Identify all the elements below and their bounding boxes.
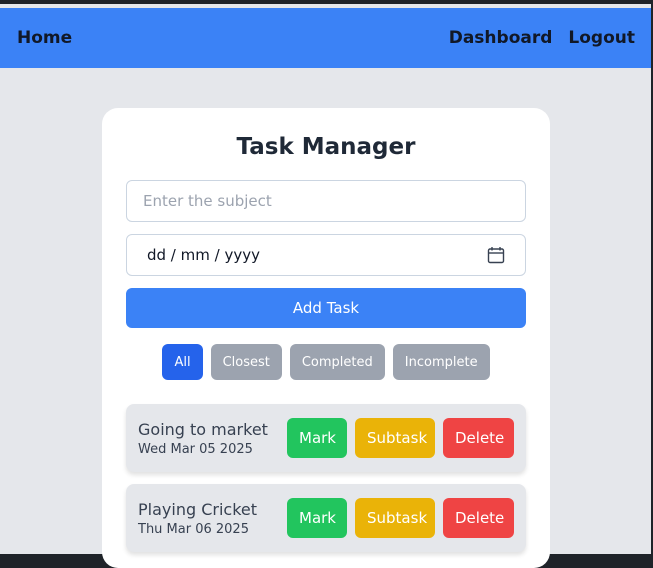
task-info: Going to market Wed Mar 05 2025	[138, 420, 268, 457]
logout-link[interactable]: Logout	[568, 28, 635, 48]
date-placeholder: dd / mm / yyyy	[147, 246, 260, 264]
task-actions: Mark Subtask Delete	[287, 498, 514, 538]
task-item: Going to market Wed Mar 05 2025 Mark Sub…	[126, 404, 526, 472]
task-date: Thu Mar 06 2025	[138, 521, 249, 537]
filter-completed-button[interactable]: Completed	[289, 344, 385, 380]
task-date: Wed Mar 05 2025	[138, 441, 253, 457]
task-name: Playing Cricket	[138, 499, 257, 519]
filter-incomplete-button[interactable]: Incomplete	[392, 344, 490, 380]
subject-input[interactable]	[126, 180, 526, 222]
filter-bar: All Closest Completed Incomplete	[102, 344, 550, 380]
app-frame: Home Dashboard Logout Task Manager dd / …	[0, 0, 651, 568]
task-name: Going to market	[138, 419, 268, 439]
home-link[interactable]: Home	[17, 28, 72, 48]
subtask-button[interactable]: Subtask	[355, 498, 435, 538]
nav-right: Dashboard Logout	[449, 28, 635, 48]
delete-button[interactable]: Delete	[443, 498, 514, 538]
filter-all-button[interactable]: All	[162, 344, 203, 380]
page-title: Task Manager	[236, 134, 416, 160]
date-field[interactable]: dd / mm / yyyy	[126, 234, 526, 276]
task-manager-card: Task Manager dd / mm / yyyy Add Task All…	[102, 108, 550, 568]
add-task-button[interactable]: Add Task	[126, 288, 526, 328]
subtask-button[interactable]: Subtask	[355, 418, 435, 458]
delete-button[interactable]: Delete	[443, 418, 514, 458]
task-info: Playing Cricket Thu Mar 06 2025	[138, 500, 257, 537]
navbar: Home Dashboard Logout	[0, 8, 651, 68]
calendar-icon[interactable]	[487, 246, 505, 264]
filter-closest-button[interactable]: Closest	[210, 344, 282, 380]
task-actions: Mark Subtask Delete	[287, 418, 514, 458]
dashboard-link[interactable]: Dashboard	[449, 28, 553, 48]
mark-button[interactable]: Mark	[287, 498, 347, 538]
task-item: Playing Cricket Thu Mar 06 2025 Mark Sub…	[126, 484, 526, 552]
mark-button[interactable]: Mark	[287, 418, 347, 458]
